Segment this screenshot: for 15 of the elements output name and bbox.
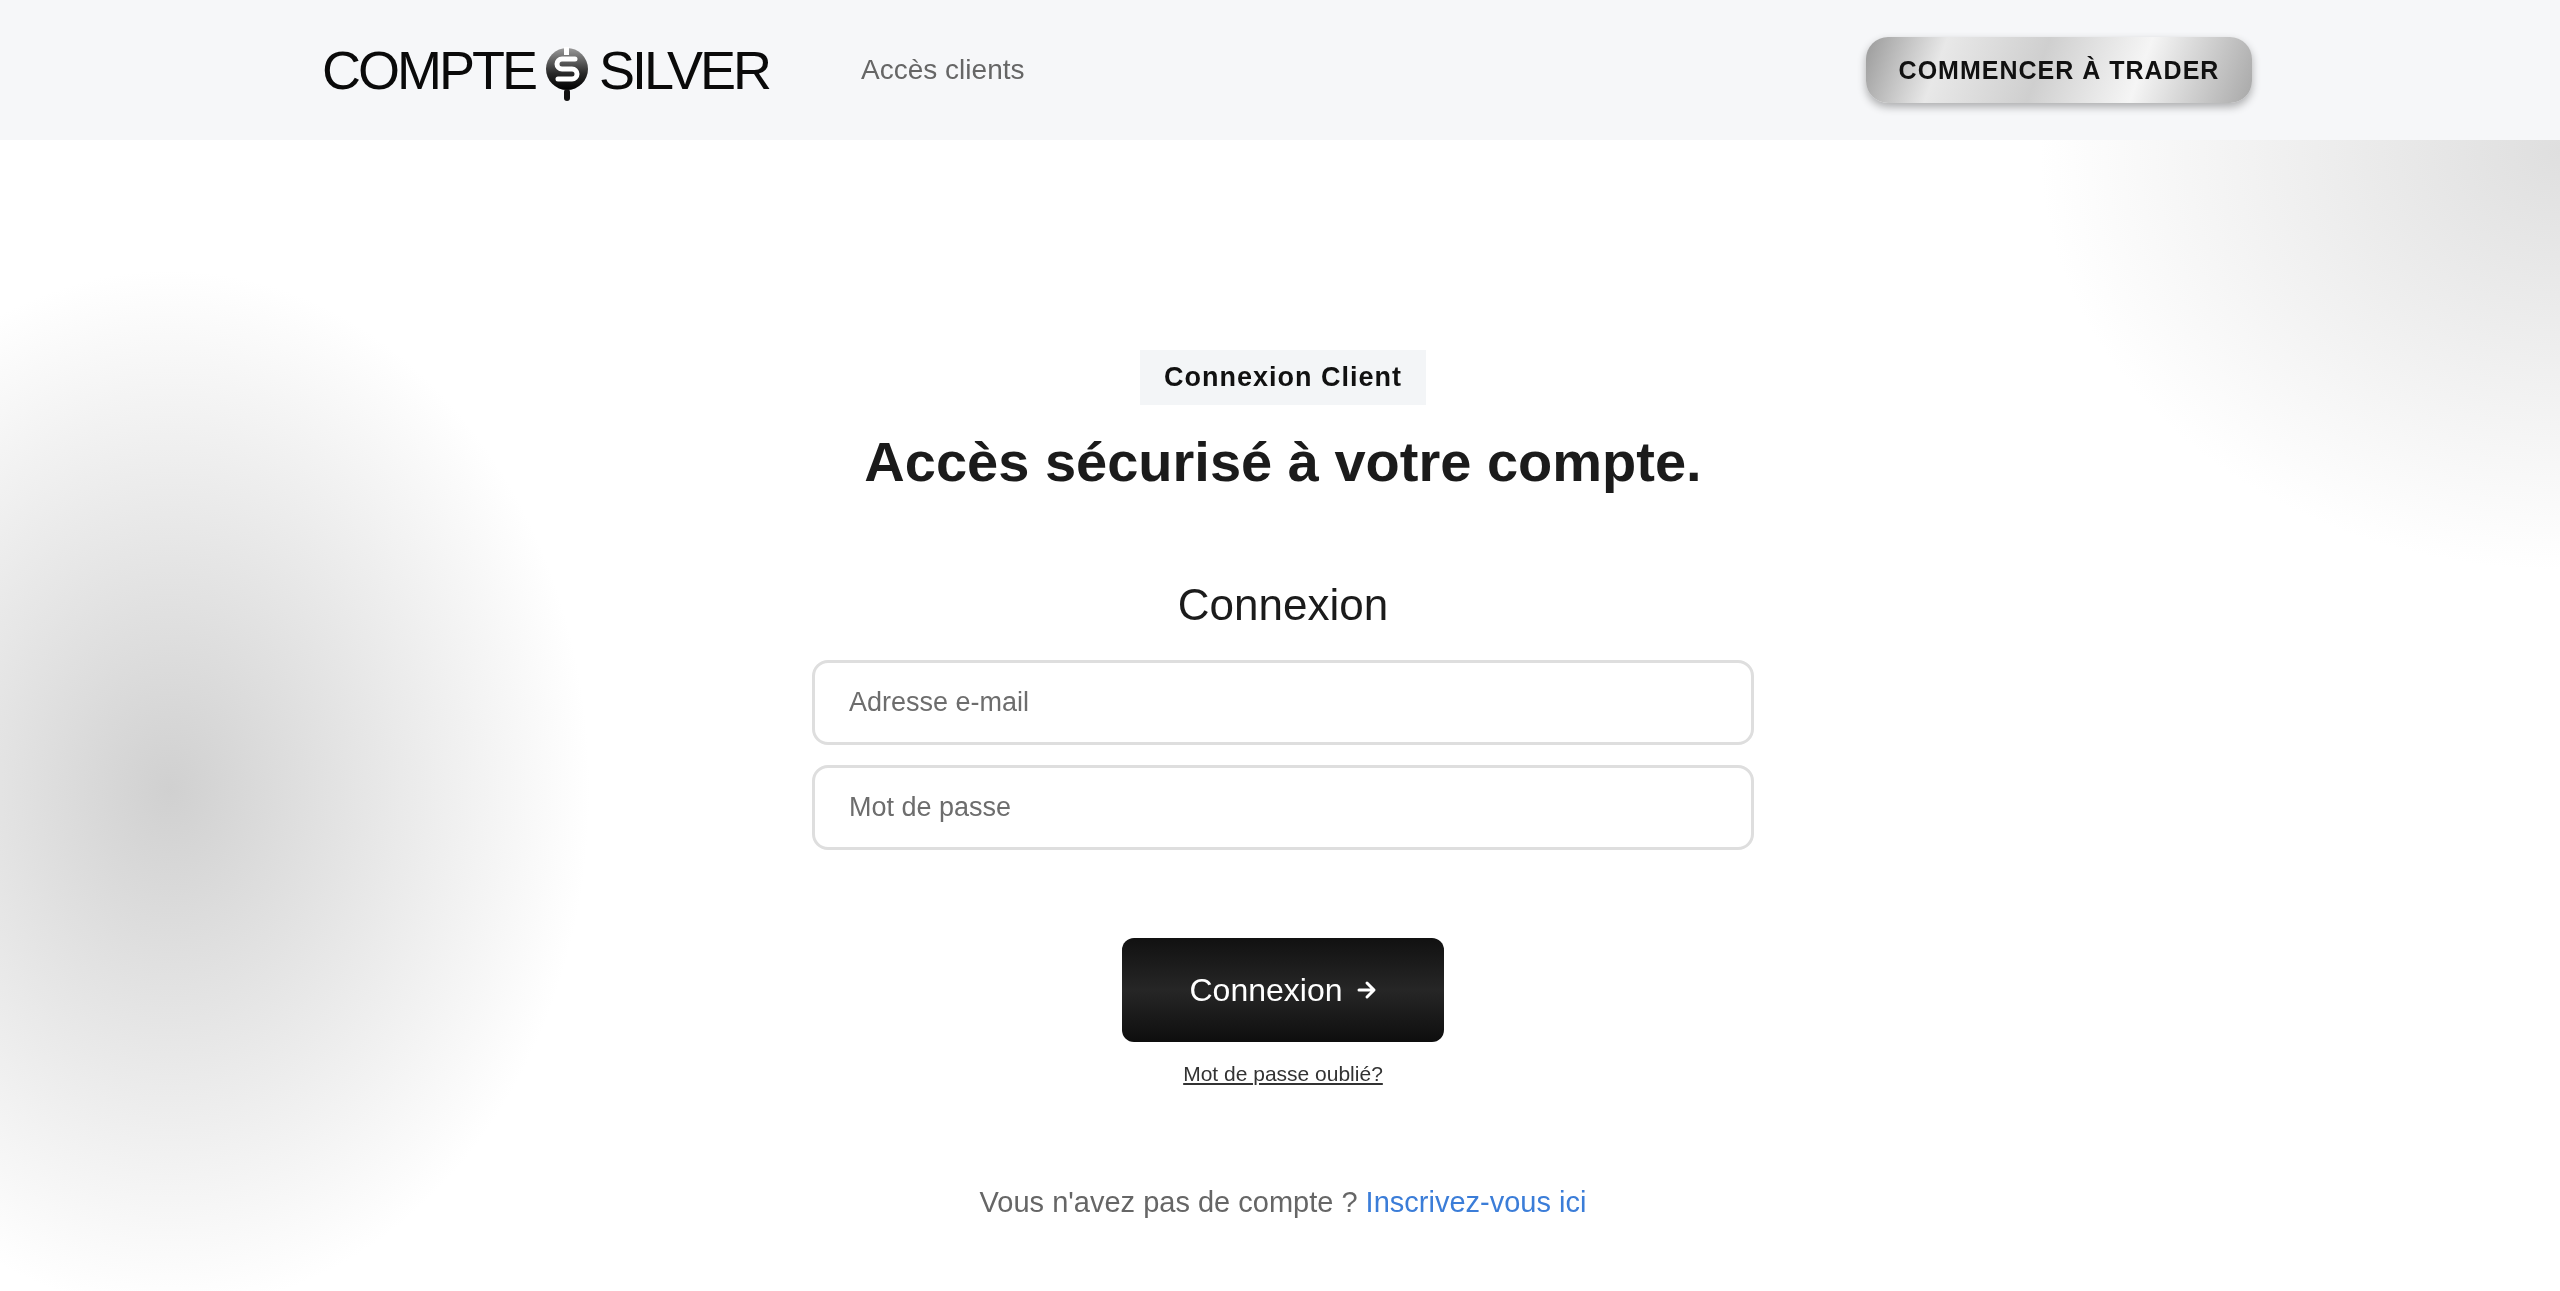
cta-button[interactable]: COMMENCER À TRADER: [1866, 37, 2252, 103]
logo-text: SILVER: [599, 43, 770, 97]
nav-link[interactable]: Accès clients: [861, 54, 1025, 86]
forgot-password-link[interactable]: Mot de passe oublié?: [1183, 1062, 1383, 1086]
form-title: Connexion: [1177, 579, 1389, 630]
logo-text: COMPTE: [322, 43, 535, 97]
login-button[interactable]: Connexion: [1122, 938, 1444, 1042]
arrow-right-icon: [1356, 980, 1377, 1000]
page-heading: Accès sécurisé à votre compte.: [864, 429, 1702, 494]
signup-link[interactable]: Inscrivez-vous ici: [1365, 1186, 1587, 1218]
signup-prompt: Vous n'avez pas de compte ?: [979, 1186, 1358, 1218]
dollar-coin-icon: [545, 45, 589, 103]
input-field[interactable]: Adresse e-mail: [812, 660, 1754, 745]
input-field[interactable]: Mot de passe: [812, 765, 1754, 850]
section-badge: Connexion Client: [1140, 350, 1426, 405]
